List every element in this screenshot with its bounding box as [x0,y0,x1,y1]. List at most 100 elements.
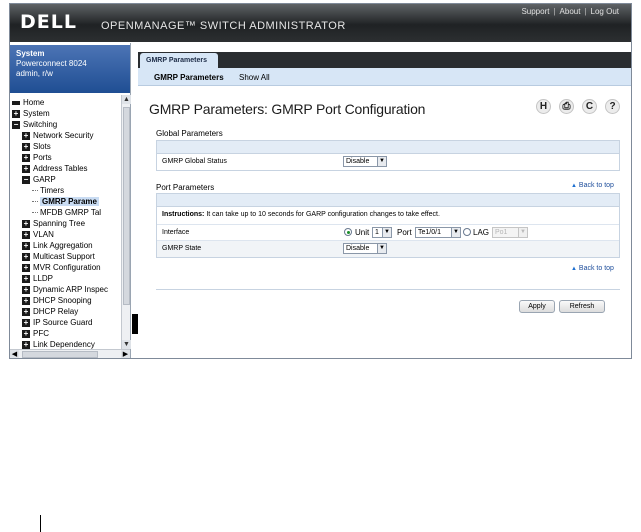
expand-icon[interactable]: + [22,219,30,228]
subtab-gmrp-parameters[interactable]: GMRP Parameters [154,73,224,82]
expand-icon[interactable]: + [22,164,30,173]
tree-item[interactable]: + Link Dependency [22,339,95,349]
tree-item[interactable]: + Slots [22,141,51,152]
scroll-thumb[interactable] [123,107,130,305]
expand-icon[interactable]: + [22,340,30,349]
global-status-value: Disable [346,158,370,165]
tree-item[interactable]: + PFC [22,328,49,339]
expand-icon[interactable]: + [22,318,30,327]
logout-link[interactable]: Log Out [591,7,619,16]
chevron-down-icon: ▼ [451,228,460,237]
unit-label: Unit [355,228,370,237]
instructions-label: Instructions: [162,211,205,218]
expand-icon[interactable]: + [22,263,30,272]
unit-radio[interactable] [344,228,352,236]
lag-select[interactable]: Po1 ▼ [492,227,528,238]
tree-item-label: GMRP Parame [40,197,99,206]
scroll-down-icon[interactable]: ▼ [122,340,131,349]
expand-icon[interactable]: + [22,274,30,283]
tree-item[interactable]: MFDB GMRP Tal [32,207,101,218]
collapse-icon[interactable]: − [22,175,30,184]
tree-item[interactable]: + DHCP Snooping [22,295,92,306]
system-info: System Powerconnect 8024 admin, r/w [10,45,130,93]
unit-select[interactable]: 1 ▼ [372,227,392,238]
tree-item-label: Ports [33,153,52,162]
expand-icon[interactable]: + [22,142,30,151]
port-select[interactable]: Te1/0/1 ▼ [415,227,461,238]
content-area: GMRP Parameters: GMRP Port Configuration… [138,86,631,358]
refresh-icon[interactable]: C [582,99,597,114]
chevron-down-icon: ▼ [377,157,386,166]
tree-connector [32,212,38,214]
apply-button[interactable]: Apply [519,300,555,313]
tree-item[interactable]: + VLAN [22,229,54,240]
system-model: Powerconnect 8024 [16,59,87,68]
about-link[interactable]: About [560,7,581,16]
tree-item[interactable]: Timers [32,185,64,196]
expand-icon[interactable]: + [12,109,20,118]
scroll-left-icon[interactable]: ◀ [10,350,19,358]
tree-item[interactable]: + Address Tables [22,163,88,174]
hscroll-thumb[interactable] [22,351,98,358]
instructions-text: Instructions: It can take up to 10 secon… [162,211,440,218]
tree-item[interactable]: + Dynamic ARP Inspec [22,284,108,295]
expand-icon[interactable]: + [22,252,30,261]
tree-item[interactable]: + Spanning Tree [22,218,85,229]
tree-connector [32,190,38,192]
expand-icon[interactable]: + [22,307,30,316]
tree-item[interactable]: Home [12,97,44,108]
back-to-top-label: Back to top [578,182,614,189]
port-parameters-panel: Instructions: It can take up to 10 secon… [156,193,620,258]
gmrp-state-select[interactable]: Disable ▼ [343,243,387,254]
expand-icon[interactable]: + [22,230,30,239]
expand-icon[interactable]: + [22,131,30,140]
tree-item[interactable]: + Multicast Support [22,251,95,262]
system-title: System [16,49,45,58]
tree-item[interactable]: + IP Source Guard [22,317,92,328]
global-status-select[interactable]: Disable ▼ [343,156,387,167]
collapse-icon[interactable]: − [12,120,20,129]
tree-item[interactable]: + Link Aggregation [22,240,93,251]
expand-icon[interactable]: + [22,241,30,250]
expand-icon[interactable]: + [22,296,30,305]
refresh-button[interactable]: Refresh [559,300,605,313]
tree-vertical-scrollbar[interactable]: ▲ ▼ [121,95,131,349]
subtab-show-all[interactable]: Show All [239,73,270,82]
back-to-top-link-bottom[interactable]: ▲ Back to top [571,265,614,272]
tree-item[interactable]: − Switching [12,119,57,130]
tree-item-label: DHCP Relay [33,307,79,316]
tree-item[interactable]: + DHCP Relay [22,306,78,317]
tab-gmrp-parameters[interactable]: GMRP Parameters [140,53,218,68]
navigation-panel: System Powerconnect 8024 admin, r/w Home… [10,43,131,358]
expand-icon[interactable]: + [22,329,30,338]
scroll-up-icon[interactable]: ▲ [122,95,131,104]
expand-icon[interactable]: + [22,153,30,162]
gmrp-state-row: GMRP State Disable ▼ [157,241,619,257]
print-icon[interactable]: ⎙ [559,99,574,114]
tree-item[interactable]: + MVR Configuration [22,262,101,273]
tree-horizontal-scrollbar[interactable]: ◀ ▶ [10,349,130,358]
tree-item[interactable]: + System [12,108,50,119]
tree-item[interactable]: + Network Security [22,130,93,141]
port-value: Te1/0/1 [418,229,441,236]
tree-connector [32,201,38,203]
port-label: Port [397,228,412,237]
support-link[interactable]: Support [521,7,549,16]
save-icon[interactable]: H [536,99,551,114]
instructions-row: Instructions: It can take up to 10 secon… [157,207,619,225]
lag-radio[interactable] [463,228,471,236]
tree-item[interactable]: + LLDP [22,273,53,284]
tree-item-label: IP Source Guard [33,318,93,327]
back-to-top-link[interactable]: ▲ Back to top [571,182,614,189]
sub-tab-bar: GMRP Parameters Show All [138,68,631,86]
expand-icon[interactable]: + [22,285,30,294]
gmrp-state-label: GMRP State [162,245,202,252]
unit-value: 1 [375,229,379,236]
tree-item[interactable]: GMRP Parame [32,196,99,207]
divider [156,289,620,290]
up-arrow-icon: ▲ [571,183,577,189]
tree-item[interactable]: + Ports [22,152,52,163]
scroll-right-icon[interactable]: ▶ [121,350,130,358]
help-icon[interactable]: ? [605,99,620,114]
tree-item[interactable]: − GARP [22,174,56,185]
